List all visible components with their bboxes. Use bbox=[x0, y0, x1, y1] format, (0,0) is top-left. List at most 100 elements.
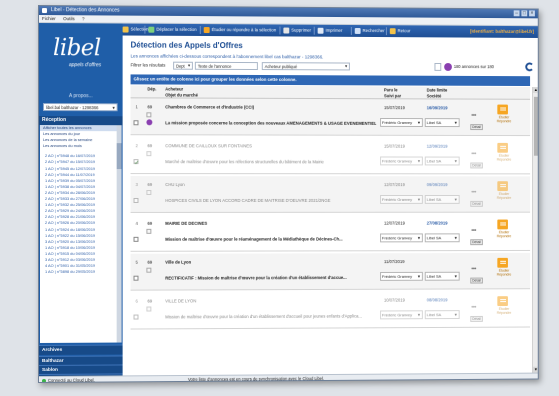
row-flag-box[interactable] bbox=[146, 268, 151, 273]
col-objet[interactable]: Objet du marché bbox=[165, 92, 198, 97]
assignee-select[interactable]: Frédéric Granvey ▼ bbox=[380, 156, 423, 165]
result-count-label: annonces bbox=[462, 64, 480, 69]
row-flag-box[interactable] bbox=[146, 112, 151, 117]
about-link[interactable]: A propos... bbox=[39, 93, 123, 99]
subscription-select[interactable]: libel.bal balthazar - 1298366 ▼ bbox=[43, 103, 118, 111]
detail-button[interactable]: Détail bbox=[470, 124, 483, 130]
reply-icon[interactable] bbox=[497, 181, 508, 191]
more-icon[interactable]: ••• bbox=[471, 152, 476, 158]
scrollbar-thumb[interactable] bbox=[117, 143, 122, 169]
detail-button[interactable]: Détail bbox=[470, 278, 483, 284]
row-paru: 15/07/2019 bbox=[384, 105, 405, 110]
table-row[interactable]: 5 69 Ville de Lyon RECTIFICATIF : Mission d… bbox=[131, 253, 531, 291]
refresh-icon[interactable] bbox=[525, 62, 534, 71]
reply-icon[interactable] bbox=[497, 220, 508, 230]
more-icon[interactable]: ••• bbox=[471, 305, 476, 311]
table-row[interactable]: 1 69 Chambres de Commerce et d'Industrie (… bbox=[131, 98, 531, 136]
chevron-down-icon: ▼ bbox=[454, 273, 458, 281]
filter-text-input[interactable]: Texte de l'annonce bbox=[195, 62, 258, 70]
scroll-up-icon[interactable]: ▲ bbox=[533, 87, 539, 93]
reception-header[interactable]: Réception bbox=[39, 116, 123, 125]
buyer-filter-select[interactable]: Acheteur publiqué ▼ bbox=[262, 62, 350, 70]
detail-button[interactable]: Détail bbox=[470, 163, 483, 169]
toolbar-button-7[interactable]: Retour bbox=[390, 25, 411, 37]
more-icon[interactable]: ••• bbox=[471, 113, 476, 119]
company-select[interactable]: Libel SA ▼ bbox=[425, 118, 460, 127]
reply-icon[interactable] bbox=[497, 296, 508, 306]
row-number: 4 bbox=[136, 221, 138, 226]
reply-label[interactable]: Étudier Répondre bbox=[494, 269, 513, 277]
reply-label[interactable]: Étudier Répondre bbox=[494, 154, 513, 162]
section-archives[interactable]: Archives bbox=[39, 345, 123, 355]
table-row[interactable]: 6 69 VILLE DE LYON Mission de maîtrise d'œu… bbox=[131, 291, 531, 329]
assignee-select[interactable]: Frédéric Granvey ▼ bbox=[380, 118, 423, 127]
company-select[interactable]: Libel SA ▼ bbox=[425, 195, 460, 204]
row-checkbox[interactable] bbox=[134, 159, 139, 164]
assignee-select[interactable]: Frédéric Granvey ▼ bbox=[380, 195, 423, 204]
table-row[interactable]: 4 69 MAIRIE DE DECINES Mission de maîtrise … bbox=[131, 215, 531, 252]
row-flag-box[interactable] bbox=[146, 190, 151, 195]
table-row[interactable]: 2 69 COMMUNE DE CAILLOUX SUR FONTAINES Marc… bbox=[131, 137, 531, 174]
detail-button[interactable]: Détail bbox=[470, 316, 483, 322]
maximize-button[interactable]: □ bbox=[521, 10, 527, 16]
reply-icon[interactable] bbox=[497, 105, 508, 115]
archive-item[interactable]: 1 AO | n°5898 du 29/05/2019 bbox=[40, 269, 117, 275]
more-icon[interactable]: ••• bbox=[471, 228, 476, 234]
toolbar-button-3[interactable]: Étudier ou répondre à la sélection bbox=[204, 24, 276, 36]
row-checkbox[interactable] bbox=[134, 315, 139, 320]
filter-label: Filtrer les résultats bbox=[131, 62, 166, 67]
toolbar-button-4[interactable]: Supprimer bbox=[283, 25, 311, 37]
scrollbar-thumb[interactable] bbox=[534, 97, 538, 156]
company-select[interactable]: Libel SA ▼ bbox=[425, 157, 460, 166]
reply-label[interactable]: Étudier Répondre bbox=[494, 307, 513, 315]
col-suivi[interactable]: Suivi par bbox=[384, 93, 401, 98]
company-select[interactable]: Libel SA ▼ bbox=[425, 233, 460, 242]
more-icon[interactable]: ••• bbox=[471, 190, 476, 196]
detail-button[interactable]: Détail bbox=[470, 201, 483, 207]
row-date-limite: 16/09/2019 bbox=[427, 105, 448, 110]
col-acheteur[interactable]: Acheteur bbox=[165, 87, 183, 92]
reply-icon[interactable] bbox=[497, 143, 508, 153]
row-checkbox[interactable] bbox=[134, 120, 139, 125]
row-checkbox[interactable] bbox=[134, 276, 139, 281]
toolbar-button-2[interactable]: Déplacer la sélection bbox=[148, 24, 196, 36]
col-societe[interactable]: Société bbox=[427, 93, 441, 98]
more-icon[interactable]: ••• bbox=[471, 267, 476, 273]
detail-button[interactable]: Détail bbox=[470, 239, 483, 245]
row-flag-box[interactable] bbox=[146, 229, 151, 234]
company-select[interactable]: Libel SA ▼ bbox=[425, 310, 460, 319]
assignee-select[interactable]: Frédéric Granvey ▼ bbox=[380, 310, 423, 319]
toolbar-button-6[interactable]: Rechercher bbox=[355, 25, 385, 37]
reception-scrollbar[interactable] bbox=[117, 125, 122, 342]
menu-fichier[interactable]: Fichier bbox=[42, 16, 56, 21]
section-corbeille[interactable]: Corbeille des Annonces Supprimées bbox=[39, 382, 123, 383]
row-objet: Mission de maîtrise d'œuvre pour le réam… bbox=[165, 236, 376, 241]
filter-field-select[interactable]: Dept ▼ bbox=[173, 62, 193, 70]
minimize-button[interactable]: – bbox=[514, 10, 520, 16]
col-dep[interactable]: Dép. bbox=[147, 86, 156, 91]
row-checkbox[interactable] bbox=[134, 237, 139, 242]
toolbar-button-5[interactable]: Imprimer bbox=[318, 25, 343, 37]
count-checkbox[interactable] bbox=[434, 63, 441, 71]
row-flag-box[interactable] bbox=[146, 307, 151, 312]
assignee-select[interactable]: Frédéric Granvey ▼ bbox=[380, 233, 423, 242]
menu-help[interactable]: ? bbox=[82, 16, 85, 21]
row-paru: 11/07/2019 bbox=[384, 259, 405, 264]
col-paru[interactable]: Paru le bbox=[384, 87, 398, 92]
row-flag-box[interactable] bbox=[146, 151, 151, 156]
company-select[interactable]: Libel SA ▼ bbox=[425, 272, 460, 281]
row-checkbox[interactable] bbox=[134, 198, 139, 203]
reply-label[interactable]: Étudier Répondre bbox=[494, 115, 513, 123]
reply-label[interactable]: Étudier Répondre bbox=[494, 192, 513, 200]
close-button[interactable]: × bbox=[529, 10, 535, 16]
table-scrollbar[interactable]: ▲ ▼ bbox=[532, 87, 538, 373]
assignee-select[interactable]: Frédéric Granvey ▼ bbox=[380, 272, 423, 281]
reply-label[interactable]: Étudier Répondre bbox=[494, 230, 513, 238]
row-objet: RECTIFICATIF : Mission de maîtrise d'œuv… bbox=[165, 275, 376, 281]
col-limite[interactable]: Date limite bbox=[427, 88, 448, 93]
reply-icon[interactable] bbox=[497, 258, 508, 268]
table-row[interactable]: 3 69 CHU Lyon HOSPICES CIVILS DE LYON ACCOR… bbox=[131, 176, 531, 213]
menu-outils[interactable]: Outils bbox=[63, 16, 75, 21]
toolbar-label: Retour bbox=[398, 28, 411, 33]
sidebar: libel appels d'offres A propos... libel.… bbox=[39, 23, 123, 383]
